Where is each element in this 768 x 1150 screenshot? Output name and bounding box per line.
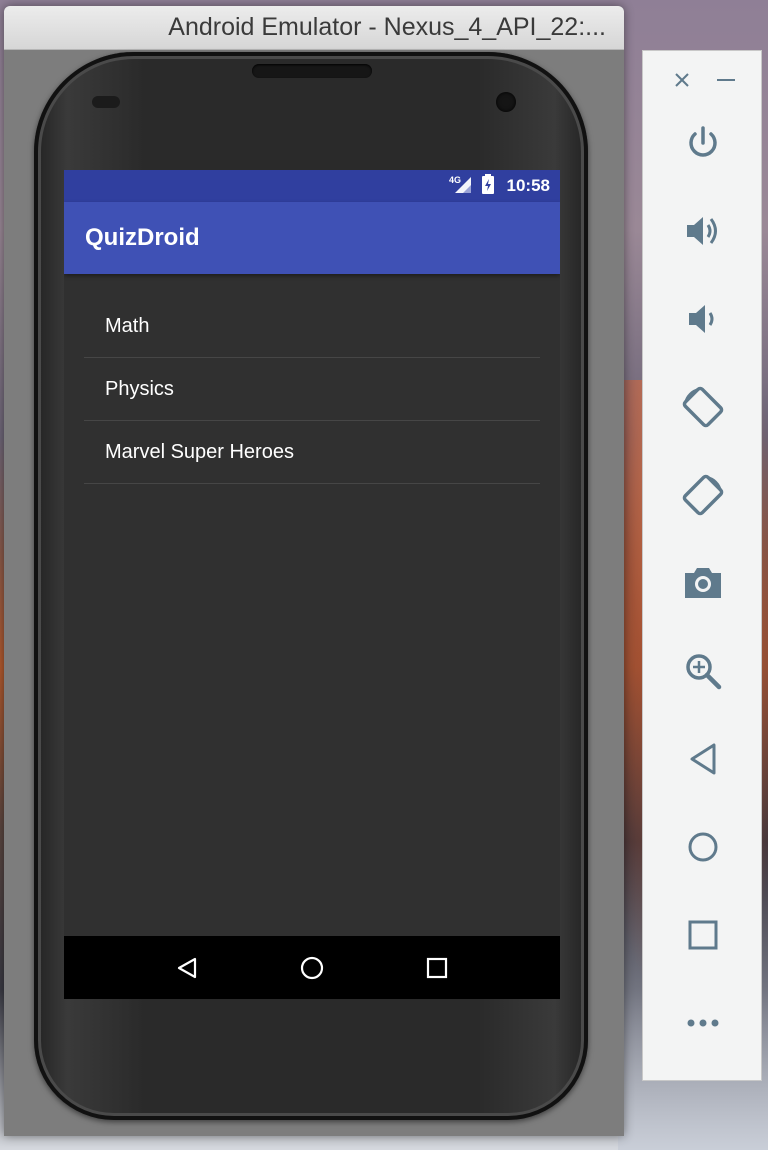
svg-text:4G: 4G [449,175,461,185]
rotate-right-icon [682,474,724,516]
phone-sensor [92,96,120,108]
window-title-bar[interactable]: Android Emulator - Nexus_4_API_22:... [4,6,624,50]
volume-down-button[interactable] [677,293,729,345]
overview-button[interactable] [677,909,729,961]
volume-up-icon [687,217,717,245]
rotate-right-button[interactable] [677,469,729,521]
phone-camera [496,92,516,112]
topic-item-marvel-super-heroes[interactable]: Marvel Super Heroes [84,421,540,484]
back-icon [177,957,196,978]
back-icon [690,743,716,775]
home-button[interactable] [677,821,729,873]
home-icon [688,832,718,862]
recents-icon [427,957,448,978]
nav-recents-button[interactable] [417,948,457,988]
volume-down-icon [689,305,714,333]
navigation-bar [64,936,560,999]
device-screen: 4G 10:58 QuizDroid Math Physics Marvel S… [64,170,560,999]
zoom-icon [686,654,722,690]
overview-icon [688,920,718,950]
screenshot-button[interactable] [677,557,729,609]
volume-up-button[interactable] [677,205,729,257]
topic-list: Math Physics Marvel Super Heroes [84,295,540,484]
home-icon [300,956,324,979]
camera-icon [685,568,721,598]
phone-speaker [252,64,372,78]
close-icon [675,73,689,87]
rotate-left-icon [682,386,724,428]
back-button[interactable] [677,733,729,785]
nav-back-button[interactable] [167,948,207,988]
topic-item-physics[interactable]: Physics [84,358,540,421]
toolbar-close-button[interactable] [671,65,693,93]
power-icon [689,126,717,157]
more-icon [687,1019,719,1027]
toolbar-window-controls [643,65,761,95]
window-title: Android Emulator - Nexus_4_API_22:... [168,13,606,41]
status-bar: 4G 10:58 [64,170,560,202]
status-time: 10:58 [506,176,550,195]
toolbar-minimize-button[interactable] [715,65,737,93]
power-button[interactable] [677,117,729,169]
nav-home-button[interactable] [292,948,332,988]
zoom-button[interactable] [677,645,729,697]
rotate-left-button[interactable] [677,381,729,433]
app-title: QuizDroid [85,224,200,251]
battery-icon [481,173,495,199]
app-bar: QuizDroid [64,202,560,274]
minimize-icon [717,79,735,81]
topic-item-math[interactable]: Math [84,295,540,358]
more-button[interactable] [677,997,729,1049]
network-signal-icon: 4G [449,174,475,199]
emulator-toolbar [642,50,762,1081]
